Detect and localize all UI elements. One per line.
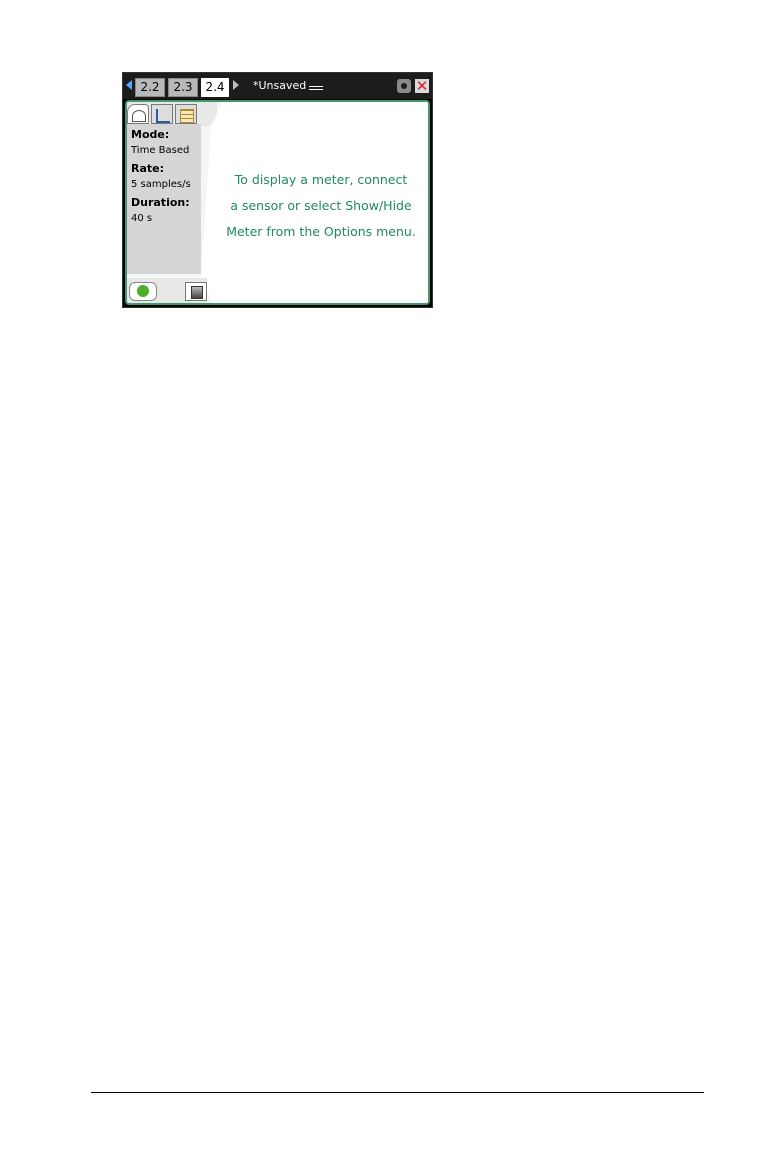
document-title: *Unsaved bbox=[253, 79, 307, 92]
left-arrow-icon[interactable] bbox=[126, 80, 132, 90]
mode-value: Time Based bbox=[131, 145, 190, 156]
graph-icon[interactable] bbox=[151, 104, 173, 124]
page-tab-2-3[interactable]: 2.3 bbox=[168, 78, 198, 97]
mode-label: Mode: bbox=[131, 128, 170, 141]
page-tab-2-4[interactable]: 2.4 bbox=[201, 78, 229, 97]
calculator-screen: 2.2 2.3 2.4 *Unsaved ✕ Mode: Time Based … bbox=[122, 72, 433, 308]
document-toolbar: 2.2 2.3 2.4 *Unsaved ✕ bbox=[123, 73, 432, 99]
view-tabs bbox=[127, 102, 217, 126]
collection-mode-button[interactable] bbox=[185, 282, 207, 301]
footer-rule bbox=[91, 1092, 704, 1093]
close-icon[interactable]: ✕ bbox=[415, 79, 429, 94]
duration-label: Duration: bbox=[131, 196, 190, 209]
collection-settings-panel: Mode: Time Based Rate: 5 samples/s Durat… bbox=[127, 124, 201, 274]
gear-icon[interactable] bbox=[397, 79, 411, 93]
rate-label: Rate: bbox=[131, 162, 165, 175]
start-collection-button[interactable] bbox=[129, 282, 157, 301]
message-line: Meter from the Options menu. bbox=[226, 224, 416, 239]
menu-icon[interactable] bbox=[309, 86, 323, 90]
right-arrow-icon[interactable] bbox=[233, 80, 239, 90]
meter-icon[interactable] bbox=[127, 104, 149, 124]
rate-value: 5 samples/s bbox=[131, 179, 191, 190]
message-line: a sensor or select Show/Hide bbox=[230, 198, 412, 213]
message-line: To display a meter, connect bbox=[234, 172, 408, 187]
duration-value: 40 s bbox=[131, 213, 153, 224]
page-tab-2-2[interactable]: 2.2 bbox=[135, 78, 165, 97]
empty-meter-message: To display a meter, connect a sensor or … bbox=[221, 167, 421, 245]
table-icon[interactable] bbox=[175, 104, 197, 124]
